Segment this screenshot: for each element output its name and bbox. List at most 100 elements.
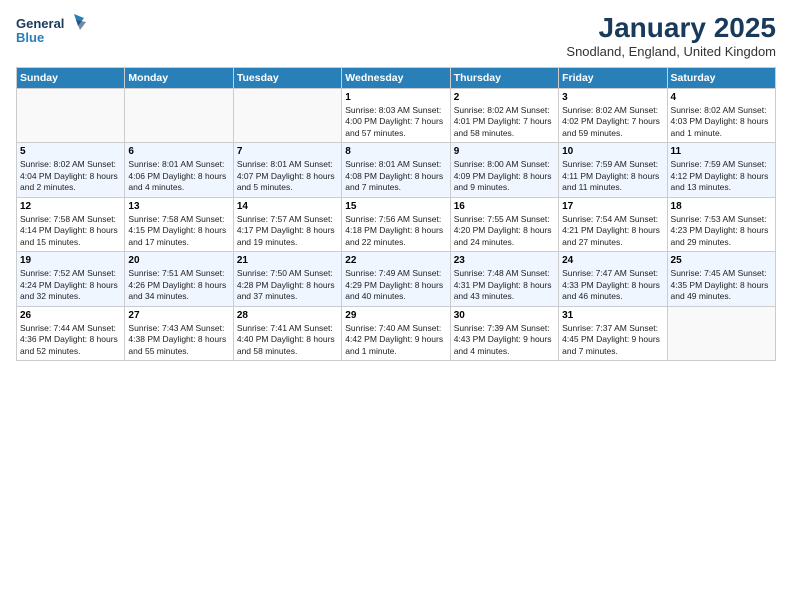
table-row: 12 Sunrise: 7:58 AM Sunset: 4:14 PM Dayli…	[17, 197, 125, 251]
table-row: 28Sunrise: 7:41 AM Sunset: 4:40 PM Dayli…	[233, 306, 341, 360]
page-header: General Blue January 2025 Snodland, Engl…	[16, 12, 776, 59]
svg-text:General: General	[16, 16, 64, 31]
day-info: Sunrise: 7:50 AM Sunset: 4:28 PM Dayligh…	[237, 268, 338, 302]
table-row	[17, 89, 125, 143]
day-number: 13	[128, 201, 229, 212]
table-row: 10Sunrise: 7:59 AM Sunset: 4:11 PM Dayli…	[559, 143, 667, 197]
day-info: Sunrise: 7:58 AM Sunset: 4:14 PM Dayligh…	[20, 214, 121, 248]
header-saturday: Saturday	[667, 68, 775, 89]
day-info: Sunrise: 7:40 AM Sunset: 4:42 PM Dayligh…	[345, 323, 446, 357]
day-info: Sunrise: 7:56 AM Sunset: 4:18 PM Dayligh…	[345, 214, 446, 248]
day-info: Sunrise: 7:54 AM Sunset: 4:21 PM Dayligh…	[562, 214, 663, 248]
day-number: 23	[454, 255, 555, 266]
table-row: 21 Sunrise: 7:50 AM Sunset: 4:28 PM Dayli…	[233, 252, 341, 306]
location: Snodland, England, United Kingdom	[566, 44, 776, 59]
day-info: Sunrise: 7:51 AM Sunset: 4:26 PM Dayligh…	[128, 268, 229, 302]
header-thursday: Thursday	[450, 68, 558, 89]
day-info: Sunrise: 8:01 AM Sunset: 4:07 PM Dayligh…	[237, 159, 338, 193]
table-row: 6 Sunrise: 8:01 AM Sunset: 4:06 PM Daylig…	[125, 143, 233, 197]
day-info: Sunrise: 8:00 AM Sunset: 4:09 PM Dayligh…	[454, 159, 555, 193]
day-number: 24	[562, 255, 663, 266]
day-number: 19	[20, 255, 121, 266]
day-number: 18	[671, 201, 772, 212]
day-number: 8	[345, 146, 446, 157]
day-info: Sunrise: 7:58 AM Sunset: 4:15 PM Dayligh…	[128, 214, 229, 248]
day-info: Sunrise: 7:47 AM Sunset: 4:33 PM Dayligh…	[562, 268, 663, 302]
calendar-week-row: 12 Sunrise: 7:58 AM Sunset: 4:14 PM Dayli…	[17, 197, 776, 251]
day-info: Sunrise: 7:52 AM Sunset: 4:24 PM Dayligh…	[20, 268, 121, 302]
header-tuesday: Tuesday	[233, 68, 341, 89]
table-row	[125, 89, 233, 143]
day-number: 26	[20, 310, 121, 321]
table-row: 13 Sunrise: 7:58 AM Sunset: 4:15 PM Dayli…	[125, 197, 233, 251]
logo-svg: General Blue	[16, 12, 86, 50]
day-number: 22	[345, 255, 446, 266]
day-number: 31	[562, 310, 663, 321]
day-info: Sunrise: 8:02 AM Sunset: 4:04 PM Dayligh…	[20, 159, 121, 193]
day-number: 11	[671, 146, 772, 157]
table-row: 31 Sunrise: 7:37 AM Sunset: 4:45 PM Dayli…	[559, 306, 667, 360]
calendar-week-row: 26 Sunrise: 7:44 AM Sunset: 4:36 PM Dayli…	[17, 306, 776, 360]
day-info: Sunrise: 7:44 AM Sunset: 4:36 PM Dayligh…	[20, 323, 121, 357]
table-row: 17 Sunrise: 7:54 AM Sunset: 4:21 PM Dayli…	[559, 197, 667, 251]
day-number: 29	[345, 310, 446, 321]
day-number: 30	[454, 310, 555, 321]
table-row: 26 Sunrise: 7:44 AM Sunset: 4:36 PM Dayli…	[17, 306, 125, 360]
month-title: January 2025	[566, 12, 776, 44]
table-row	[667, 306, 775, 360]
day-number: 21	[237, 255, 338, 266]
table-row: 1Sunrise: 8:03 AM Sunset: 4:00 PM Daylig…	[342, 89, 450, 143]
table-row: 25 Sunrise: 7:45 AM Sunset: 4:35 PM Dayli…	[667, 252, 775, 306]
day-number: 28	[237, 310, 338, 321]
day-number: 17	[562, 201, 663, 212]
table-row: 8 Sunrise: 8:01 AM Sunset: 4:08 PM Daylig…	[342, 143, 450, 197]
table-row	[233, 89, 341, 143]
day-info: Sunrise: 7:48 AM Sunset: 4:31 PM Dayligh…	[454, 268, 555, 302]
day-info: Sunrise: 7:55 AM Sunset: 4:20 PM Dayligh…	[454, 214, 555, 248]
day-number: 12	[20, 201, 121, 212]
table-row: 27 Sunrise: 7:43 AM Sunset: 4:38 PM Dayli…	[125, 306, 233, 360]
day-number: 14	[237, 201, 338, 212]
day-number: 2	[454, 92, 555, 103]
day-info: Sunrise: 8:02 AM Sunset: 4:01 PM Dayligh…	[454, 105, 555, 139]
table-row: 16 Sunrise: 7:55 AM Sunset: 4:20 PM Dayli…	[450, 197, 558, 251]
table-row: 24 Sunrise: 7:47 AM Sunset: 4:33 PM Dayli…	[559, 252, 667, 306]
title-area: January 2025 Snodland, England, United K…	[566, 12, 776, 59]
day-info: Sunrise: 7:53 AM Sunset: 4:23 PM Dayligh…	[671, 214, 772, 248]
table-row: 3 Sunrise: 8:02 AM Sunset: 4:02 PM Daylig…	[559, 89, 667, 143]
day-info: Sunrise: 7:43 AM Sunset: 4:38 PM Dayligh…	[128, 323, 229, 357]
header-sunday: Sunday	[17, 68, 125, 89]
table-row: 22 Sunrise: 7:49 AM Sunset: 4:29 PM Dayli…	[342, 252, 450, 306]
day-number: 27	[128, 310, 229, 321]
day-number: 3	[562, 92, 663, 103]
calendar-week-row: 1Sunrise: 8:03 AM Sunset: 4:00 PM Daylig…	[17, 89, 776, 143]
table-row: 29 Sunrise: 7:40 AM Sunset: 4:42 PM Dayli…	[342, 306, 450, 360]
day-info: Sunrise: 7:59 AM Sunset: 4:12 PM Dayligh…	[671, 159, 772, 193]
day-info: Sunrise: 7:37 AM Sunset: 4:45 PM Dayligh…	[562, 323, 663, 357]
table-row: 5Sunrise: 8:02 AM Sunset: 4:04 PM Daylig…	[17, 143, 125, 197]
table-row: 4Sunrise: 8:02 AM Sunset: 4:03 PM Daylig…	[667, 89, 775, 143]
header-friday: Friday	[559, 68, 667, 89]
day-info: Sunrise: 8:02 AM Sunset: 4:02 PM Dayligh…	[562, 105, 663, 139]
table-row: 19 Sunrise: 7:52 AM Sunset: 4:24 PM Dayli…	[17, 252, 125, 306]
table-row: 23 Sunrise: 7:48 AM Sunset: 4:31 PM Dayli…	[450, 252, 558, 306]
table-row: 15Sunrise: 7:56 AM Sunset: 4:18 PM Dayli…	[342, 197, 450, 251]
day-info: Sunrise: 7:45 AM Sunset: 4:35 PM Dayligh…	[671, 268, 772, 302]
day-info: Sunrise: 8:03 AM Sunset: 4:00 PM Dayligh…	[345, 105, 446, 139]
day-info: Sunrise: 7:57 AM Sunset: 4:17 PM Dayligh…	[237, 214, 338, 248]
day-info: Sunrise: 8:01 AM Sunset: 4:08 PM Dayligh…	[345, 159, 446, 193]
table-row: 18 Sunrise: 7:53 AM Sunset: 4:23 PM Dayli…	[667, 197, 775, 251]
day-number: 25	[671, 255, 772, 266]
day-info: Sunrise: 8:01 AM Sunset: 4:06 PM Dayligh…	[128, 159, 229, 193]
day-number: 6	[128, 146, 229, 157]
day-number: 16	[454, 201, 555, 212]
day-number: 20	[128, 255, 229, 266]
day-info: Sunrise: 7:49 AM Sunset: 4:29 PM Dayligh…	[345, 268, 446, 302]
table-row: 7Sunrise: 8:01 AM Sunset: 4:07 PM Daylig…	[233, 143, 341, 197]
calendar-table: Sunday Monday Tuesday Wednesday Thursday…	[16, 67, 776, 361]
header-monday: Monday	[125, 68, 233, 89]
table-row: 11 Sunrise: 7:59 AM Sunset: 4:12 PM Dayli…	[667, 143, 775, 197]
day-number: 4	[671, 92, 772, 103]
header-wednesday: Wednesday	[342, 68, 450, 89]
table-row: 9Sunrise: 8:00 AM Sunset: 4:09 PM Daylig…	[450, 143, 558, 197]
